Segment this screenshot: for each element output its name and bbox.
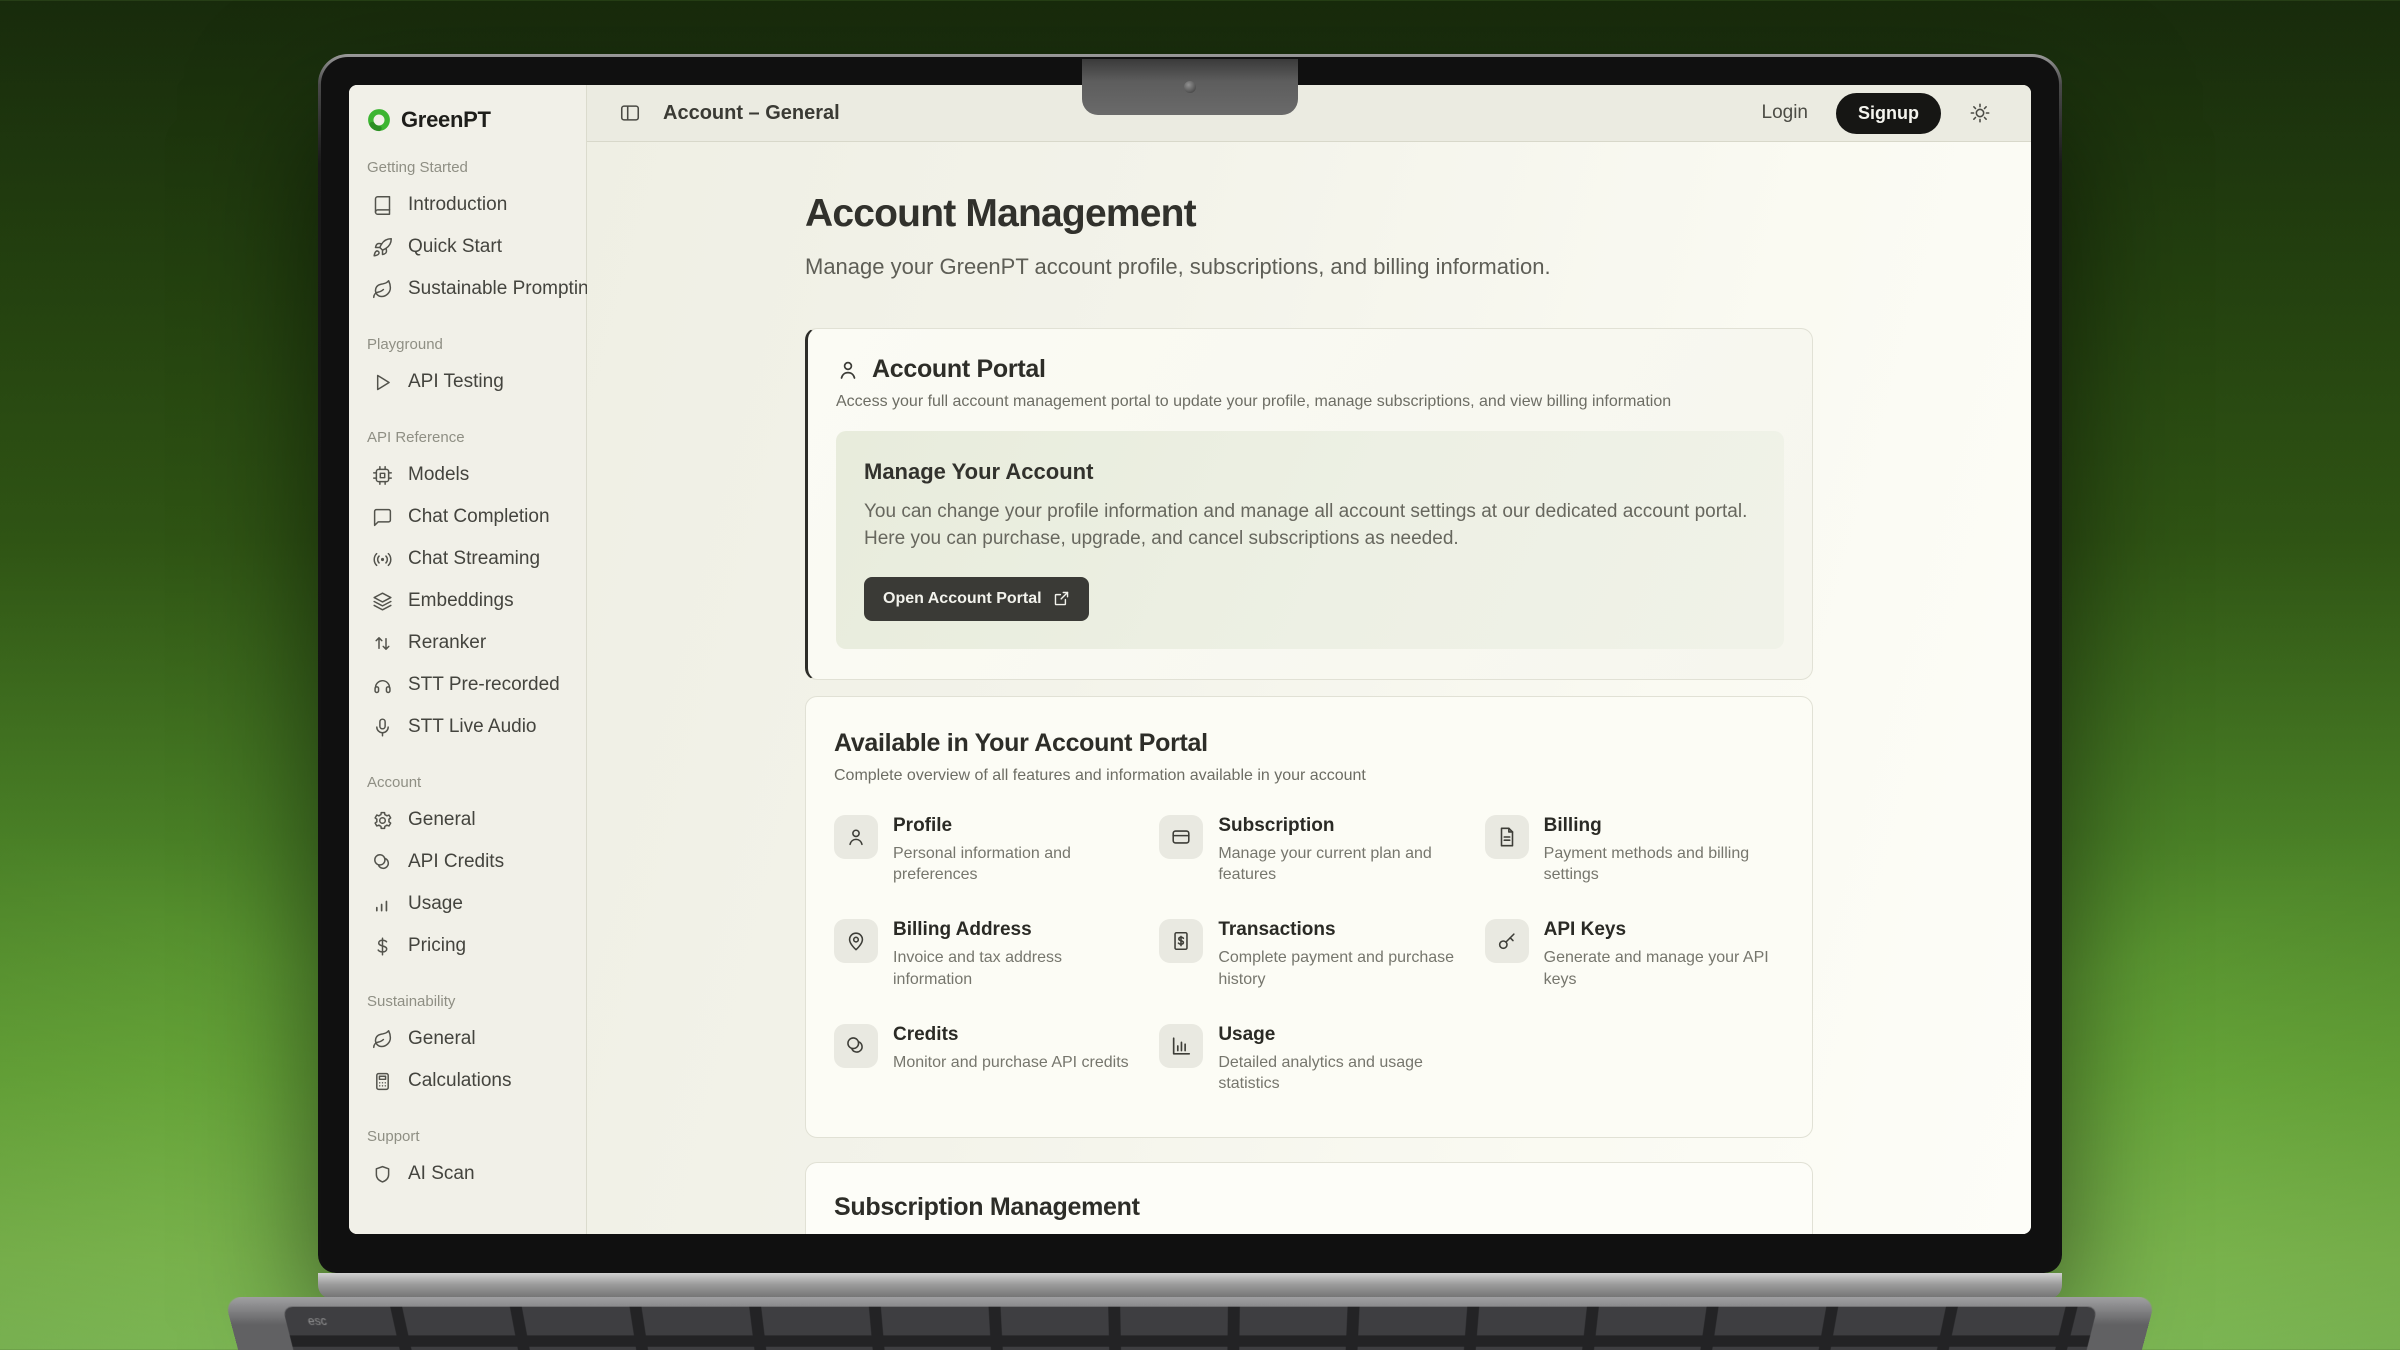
page-title: Account Management [805,192,1813,236]
dollar-icon [372,936,393,957]
laptop-notch [1082,59,1298,115]
feature-usage: Usage Detailed analytics and usage stati… [1159,1024,1458,1095]
sidebar-section-api-reference: API Reference [367,429,574,446]
file-text-icon [1485,815,1529,859]
main-content-area: Account Management Manage your GreenPT a… [587,142,2031,1234]
sidebar-item-chat-completion[interactable]: Chat Completion [365,496,574,538]
receipt-icon [1159,919,1203,963]
sidebar-item-sustainable-prompting[interactable]: Sustainable Prompting [365,268,574,310]
sidebar-item-calculations[interactable]: Calculations [365,1060,574,1102]
coins-icon [834,1024,878,1068]
broadcast-icon [372,549,393,570]
sidebar-item-api-credits[interactable]: API Credits [365,841,574,883]
chip-icon [372,465,393,486]
sidebar-section-getting-started: Getting Started [367,159,574,176]
calculator-icon [372,1071,393,1092]
subscription-management-card: Subscription Management [805,1162,1813,1234]
play-icon [372,372,393,393]
laptop-frame: GreenPT Getting Started Introduction Qui… [318,54,2062,1273]
bar-chart-icon [372,894,393,915]
sidebar-item-pricing[interactable]: Pricing [365,925,574,967]
sidebar-item-ai-scan[interactable]: AI Scan [365,1153,574,1195]
sidebar-section-account: Account [367,774,574,791]
sidebar-item-sustainability-general[interactable]: General [365,1018,574,1060]
portal-card-title: Account Portal [872,355,1046,384]
sidebar-item-api-testing[interactable]: API Testing [365,361,574,403]
portal-features-card: Available in Your Account Portal Complet… [805,696,1813,1138]
account-portal-card: Account Portal Access your full account … [805,328,1813,680]
open-account-portal-button[interactable]: Open Account Portal [864,577,1089,621]
sidebar-item-usage[interactable]: Usage [365,883,574,925]
external-link-icon [1053,590,1070,607]
sidebar-section-playground: Playground [367,336,574,353]
laptop-hinge [318,1273,2062,1299]
laptop-screen: GreenPT Getting Started Introduction Qui… [349,85,2031,1234]
sidebar-item-account-general[interactable]: General [365,799,574,841]
sidebar-item-quick-start[interactable]: Quick Start [365,226,574,268]
sidebar-item-chat-streaming[interactable]: Chat Streaming [365,538,574,580]
feature-credits: Credits Monitor and purchase API credits [834,1024,1133,1095]
manage-account-title: Manage Your Account [864,459,1756,485]
shield-icon [372,1164,393,1185]
feature-profile: Profile Personal information and prefere… [834,815,1133,886]
login-button[interactable]: Login [1762,102,1809,124]
greenpt-logo-icon [367,108,391,132]
manage-account-body: You can change your profile information … [864,499,1756,553]
manage-account-panel: Manage Your Account You can change your … [836,431,1784,649]
brand-logo[interactable]: GreenPT [365,107,574,133]
features-grid: Profile Personal information and prefere… [834,815,1784,1095]
feature-billing-address: Billing Address Invoice and tax address … [834,919,1133,990]
portal-card-description: Access your full account management port… [836,393,1784,411]
microphone-icon [372,717,393,738]
main-column: Account – General Login Signup Account M… [587,85,2031,1234]
feature-api-keys: API Keys Generate and manage your API ke… [1485,919,1784,990]
brand-name: GreenPT [401,107,491,133]
user-icon [834,815,878,859]
laptop-keyboard: esc tab [282,1307,2097,1350]
arrows-up-down-icon [372,633,393,654]
features-card-title: Available in Your Account Portal [834,729,1784,758]
features-card-subtitle: Complete overview of all features and in… [834,767,1784,785]
sidebar-section-sustainability: Sustainability [367,993,574,1010]
laptop-keyboard-deck: esc tab [224,1297,2156,1350]
sidebar-item-introduction[interactable]: Introduction [365,184,574,226]
leaf-icon [372,1029,393,1050]
user-icon [836,358,860,382]
feature-subscription: Subscription Manage your current plan an… [1159,815,1458,886]
signup-button[interactable]: Signup [1836,93,1941,134]
feature-billing: Billing Payment methods and billing sett… [1485,815,1784,886]
map-pin-icon [834,919,878,963]
rocket-icon [372,237,393,258]
sidebar-section-support: Support [367,1128,574,1145]
headphones-icon [372,675,393,696]
sidebar-item-stt-pre-recorded[interactable]: STT Pre-recorded [365,664,574,706]
sidebar-item-embeddings[interactable]: Embeddings [365,580,574,622]
esc-key: esc [306,1314,328,1327]
chat-bubble-icon [372,507,393,528]
gear-icon [372,810,393,831]
sidebar-toggle-icon[interactable] [619,102,641,124]
coins-icon [372,852,393,873]
webcam-icon [1184,81,1196,93]
sidebar-item-models[interactable]: Models [365,454,574,496]
subscription-management-title: Subscription Management [834,1193,1784,1222]
feature-transactions: Transactions Complete payment and purcha… [1159,919,1458,990]
theme-toggle-sun-icon[interactable] [1969,102,1991,124]
credit-card-icon [1159,815,1203,859]
page-subtitle: Manage your GreenPT account profile, sub… [805,254,1813,280]
laptop-bezel: GreenPT Getting Started Introduction Qui… [321,57,2059,1270]
sidebar-item-stt-live-audio[interactable]: STT Live Audio [365,706,574,748]
sidebar: GreenPT Getting Started Introduction Qui… [349,85,587,1234]
sidebar-item-reranker[interactable]: Reranker [365,622,574,664]
bar-chart-icon [1159,1024,1203,1068]
topbar-actions: Login Signup [1762,93,1992,134]
leaf-icon [372,279,393,300]
book-icon [372,195,393,216]
topbar: Account – General Login Signup [587,85,2031,142]
breadcrumb-title: Account – General [663,102,840,125]
key-icon [1485,919,1529,963]
layers-icon [372,591,393,612]
